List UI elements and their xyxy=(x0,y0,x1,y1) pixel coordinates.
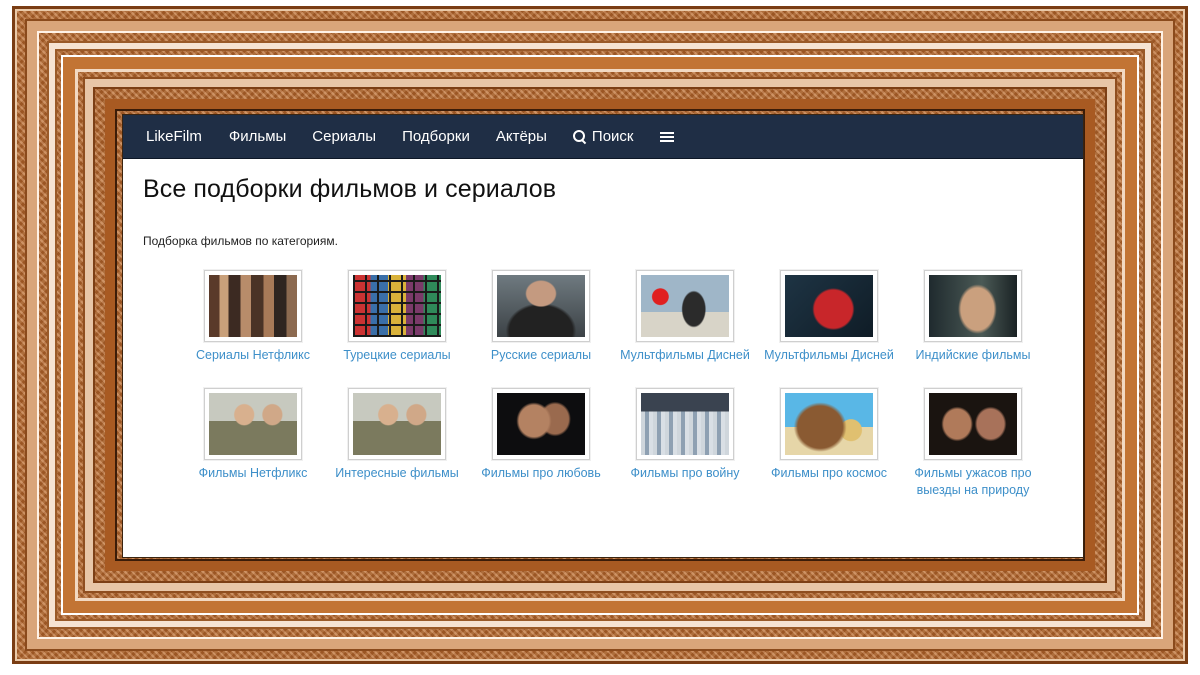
category-grid: Сериалы Нетфликс Турецкие сериалы Русски… xyxy=(181,270,1045,499)
category-label[interactable]: Сериалы Нетфликс xyxy=(181,347,325,364)
category-label[interactable]: Турецкие сериалы xyxy=(325,347,469,364)
nav-menu-button[interactable] xyxy=(647,131,687,143)
category-card-horror-nature-films[interactable]: Фильмы ужасов про выезды на природу xyxy=(901,388,1045,499)
category-card-turkish-series[interactable]: Турецкие сериалы xyxy=(325,270,469,364)
category-thumbnail[interactable] xyxy=(636,270,734,342)
category-thumbnail[interactable] xyxy=(492,388,590,460)
category-thumbnail[interactable] xyxy=(204,388,302,460)
nav-search-label: Поиск xyxy=(591,128,634,145)
category-card-space-films[interactable]: Фильмы про космос xyxy=(757,388,901,499)
category-thumbnail[interactable] xyxy=(924,270,1022,342)
category-card-love-films[interactable]: Фильмы про любовь xyxy=(469,388,613,499)
category-card-war-films[interactable]: Фильмы про войну xyxy=(613,388,757,499)
category-thumbnail[interactable] xyxy=(204,270,302,342)
main-content: Все подборки фильмов и сериалов Подборка… xyxy=(123,159,1083,248)
category-label[interactable]: Фильмы про войну xyxy=(613,465,757,482)
nav-search[interactable]: Поиск xyxy=(560,115,647,158)
page-subtitle: Подборка фильмов по категориям. xyxy=(143,234,338,248)
category-label[interactable]: Интересные фильмы xyxy=(325,465,469,482)
category-label[interactable]: Мультфильмы Дисней xyxy=(757,347,901,364)
category-label[interactable]: Фильмы про космос xyxy=(757,465,901,482)
category-thumbnail[interactable] xyxy=(924,388,1022,460)
category-thumbnail[interactable] xyxy=(780,388,878,460)
category-label[interactable]: Русские сериалы xyxy=(469,347,613,364)
category-card-netflix-series[interactable]: Сериалы Нетфликс xyxy=(181,270,325,364)
category-label[interactable]: Мультфильмы Дисней xyxy=(613,347,757,364)
category-thumbnail[interactable] xyxy=(636,388,734,460)
category-thumbnail[interactable] xyxy=(780,270,878,342)
website-window: LikeFilm Фильмы Сериалы Подборки Актёры … xyxy=(123,115,1083,557)
category-thumbnail[interactable] xyxy=(492,270,590,342)
top-navbar: LikeFilm Фильмы Сериалы Подборки Актёры … xyxy=(123,115,1083,159)
category-thumbnail[interactable] xyxy=(348,270,446,342)
category-card-russian-series[interactable]: Русские сериалы xyxy=(469,270,613,364)
category-card-netflix-films[interactable]: Фильмы Нетфликс xyxy=(181,388,325,499)
category-label[interactable]: Индийские фильмы xyxy=(901,347,1045,364)
menu-icon xyxy=(659,131,674,143)
nav-series[interactable]: Сериалы xyxy=(299,115,389,158)
category-thumbnail[interactable] xyxy=(348,388,446,460)
category-label[interactable]: Фильмы Нетфликс xyxy=(181,465,325,482)
search-icon xyxy=(572,129,587,144)
page-title: Все подборки фильмов и сериалов xyxy=(143,175,557,203)
category-card-disney-cartoons-1[interactable]: Мультфильмы Дисней xyxy=(613,270,757,364)
category-label[interactable]: Фильмы ужасов про выезды на природу xyxy=(901,465,1045,499)
category-label[interactable]: Фильмы про любовь xyxy=(469,465,613,482)
nav-films[interactable]: Фильмы xyxy=(216,115,299,158)
nav-collections[interactable]: Подборки xyxy=(389,115,483,158)
category-card-indian-films[interactable]: Индийские фильмы xyxy=(901,270,1045,364)
category-card-disney-cartoons-2[interactable]: Мультфильмы Дисней xyxy=(757,270,901,364)
nav-actors[interactable]: Актёры xyxy=(483,115,560,158)
site-logo-link[interactable]: LikeFilm xyxy=(133,115,216,158)
category-card-interesting-films[interactable]: Интересные фильмы xyxy=(325,388,469,499)
